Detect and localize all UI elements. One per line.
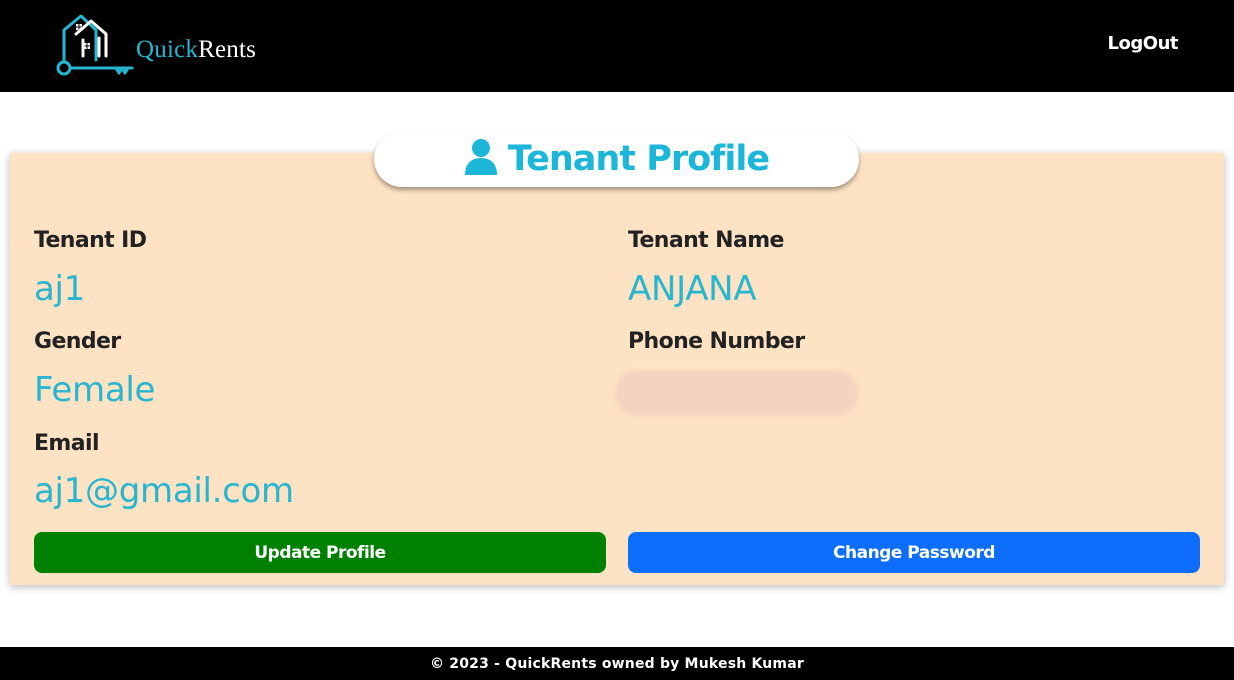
- tenant-name-value: ANJANA: [628, 269, 757, 309]
- change-password-button[interactable]: Change Password: [628, 532, 1200, 573]
- email-label: Email: [34, 431, 99, 456]
- user-icon: [464, 138, 508, 180]
- tenant-id-value: aj1: [34, 269, 86, 309]
- email-value: aj1@gmail.com: [34, 471, 294, 511]
- update-profile-button[interactable]: Update Profile: [34, 532, 606, 573]
- brand-name-rents: Rents: [198, 36, 257, 63]
- house-key-icon: [54, 10, 136, 86]
- top-navbar: QuickRents LogOut: [0, 0, 1234, 92]
- profile-title-banner: Tenant Profile: [374, 131, 859, 187]
- brand-name: QuickRents: [136, 36, 256, 64]
- gender-label: Gender: [34, 329, 121, 354]
- tenant-name-label: Tenant Name: [628, 228, 784, 253]
- footer-copyright: © 2023 - QuickRents owned by Mukesh Kuma…: [430, 655, 804, 672]
- brand-logo[interactable]: QuickRents: [54, 10, 256, 86]
- page-title: Tenant Profile: [507, 139, 770, 179]
- footer: © 2023 - QuickRents owned by Mukesh Kuma…: [0, 647, 1234, 680]
- phone-number-value-redacted: [615, 370, 858, 416]
- profile-card: [10, 153, 1224, 585]
- tenant-id-label: Tenant ID: [34, 228, 147, 253]
- logout-link[interactable]: LogOut: [1108, 33, 1179, 54]
- brand-name-quick: Quick: [136, 36, 199, 63]
- gender-value: Female: [34, 370, 156, 410]
- phone-number-label: Phone Number: [628, 329, 805, 354]
